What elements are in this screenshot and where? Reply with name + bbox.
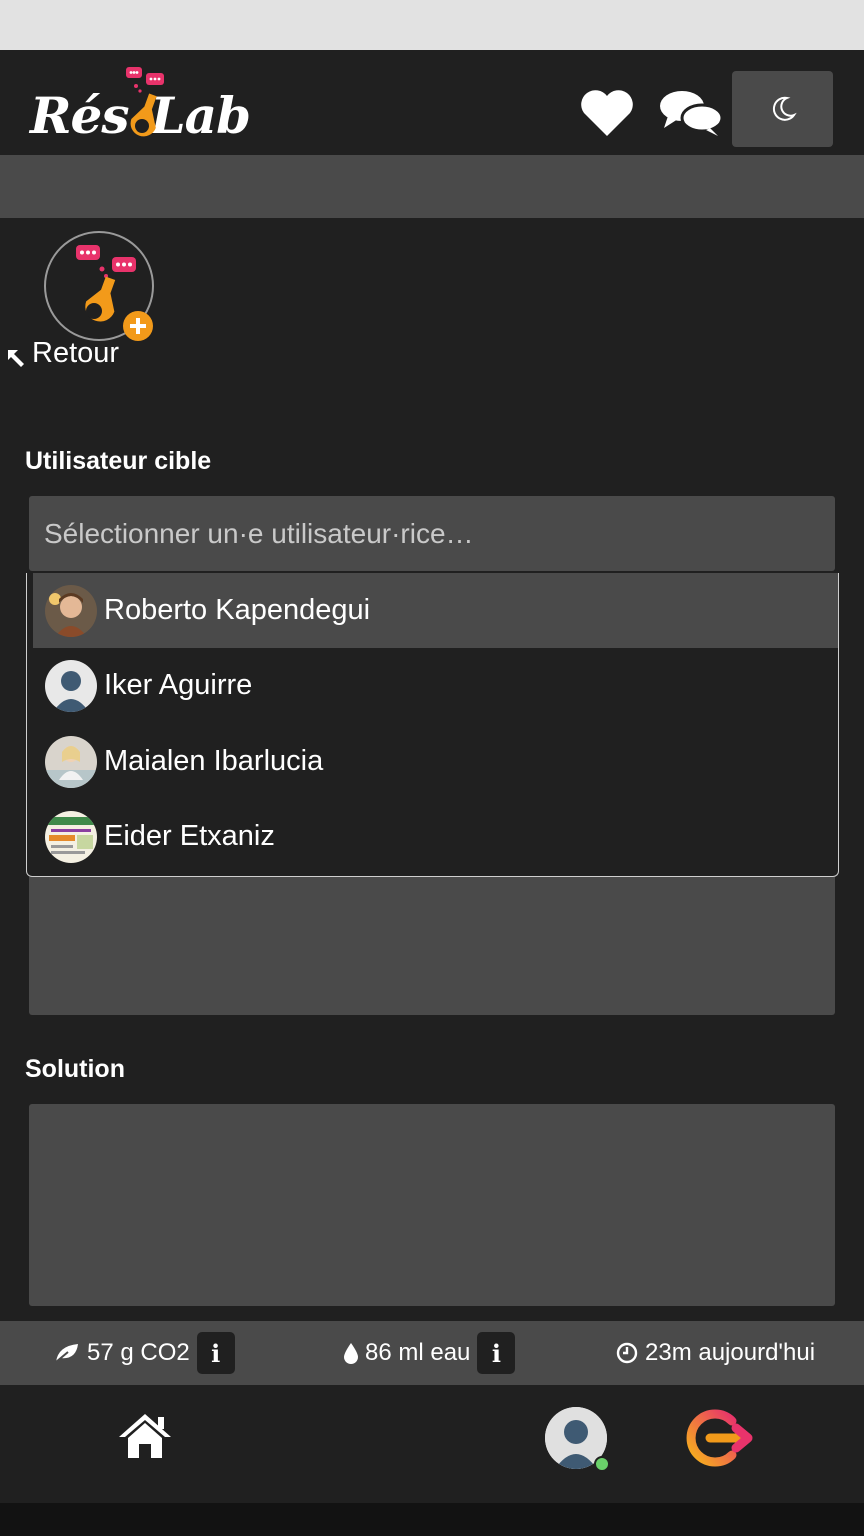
list-item[interactable]: Eider Etxaniz bbox=[33, 799, 838, 874]
water-info-button[interactable]: i bbox=[477, 1332, 516, 1374]
arrow-left-icon bbox=[8, 350, 24, 367]
avatar bbox=[45, 659, 97, 712]
home-icon[interactable] bbox=[116, 1411, 174, 1461]
system-navigation-bar bbox=[0, 1503, 864, 1536]
logout-icon[interactable] bbox=[684, 1407, 756, 1469]
target-user-select[interactable] bbox=[29, 496, 835, 571]
impact-stats-bar: 57 g CO2 i 86 ml eau i 23m aujourd'hui bbox=[0, 1321, 864, 1385]
avatar bbox=[45, 584, 97, 637]
description-textarea[interactable] bbox=[29, 877, 835, 1015]
secondary-navbar bbox=[0, 155, 864, 218]
online-status-badge bbox=[594, 1456, 610, 1472]
leaf-icon bbox=[55, 1344, 78, 1363]
user-dropdown-list: Roberto Kapendegui Iker Aguirre Maialen … bbox=[26, 573, 839, 877]
heart-icon[interactable] bbox=[578, 86, 636, 140]
system-status-bar bbox=[0, 0, 864, 50]
user-name: Roberto Kapendegui bbox=[104, 594, 371, 626]
theme-toggle-button[interactable] bbox=[732, 71, 833, 147]
flask-logo-icon bbox=[126, 67, 164, 137]
co2-value: 57 g CO2 bbox=[87, 1339, 190, 1366]
solution-textarea[interactable] bbox=[29, 1104, 835, 1306]
profile-button[interactable] bbox=[545, 1407, 611, 1473]
group-avatar[interactable] bbox=[44, 231, 154, 341]
time-value: 23m aujourd'hui bbox=[645, 1339, 816, 1366]
back-link[interactable]: Retour bbox=[6, 341, 119, 375]
chat-bubbles-icon[interactable] bbox=[658, 86, 724, 140]
time-stat: 23m aujourd'hui bbox=[616, 1321, 815, 1385]
water-drop-icon bbox=[344, 1343, 358, 1364]
list-item[interactable]: Roberto Kapendegui bbox=[33, 573, 838, 648]
target-user-label: Utilisateur cible bbox=[25, 447, 212, 475]
list-item[interactable]: Iker Aguirre bbox=[33, 648, 838, 723]
add-icon[interactable] bbox=[123, 311, 153, 341]
app-logo[interactable]: Rés Lab bbox=[30, 64, 251, 145]
co2-info-button[interactable]: i bbox=[196, 1332, 235, 1374]
clock-icon bbox=[616, 1342, 638, 1364]
water-value: 86 ml eau bbox=[365, 1339, 471, 1366]
moon-icon bbox=[772, 96, 797, 121]
list-item[interactable]: Maialen Ibarlucia bbox=[33, 724, 838, 799]
water-stat: 86 ml eau i bbox=[343, 1321, 516, 1385]
user-name: Eider Etxaniz bbox=[104, 820, 275, 852]
bottom-navbar bbox=[0, 1385, 864, 1503]
avatar bbox=[45, 810, 97, 863]
co2-stat: 57 g CO2 i bbox=[54, 1321, 235, 1385]
back-label: Retour bbox=[32, 341, 120, 369]
user-name: Maialen Ibarlucia bbox=[104, 745, 324, 777]
avatar bbox=[45, 735, 97, 788]
solution-label: Solution bbox=[25, 1055, 125, 1083]
user-name: Iker Aguirre bbox=[104, 669, 253, 701]
top-navbar: Rés Lab bbox=[0, 50, 864, 155]
